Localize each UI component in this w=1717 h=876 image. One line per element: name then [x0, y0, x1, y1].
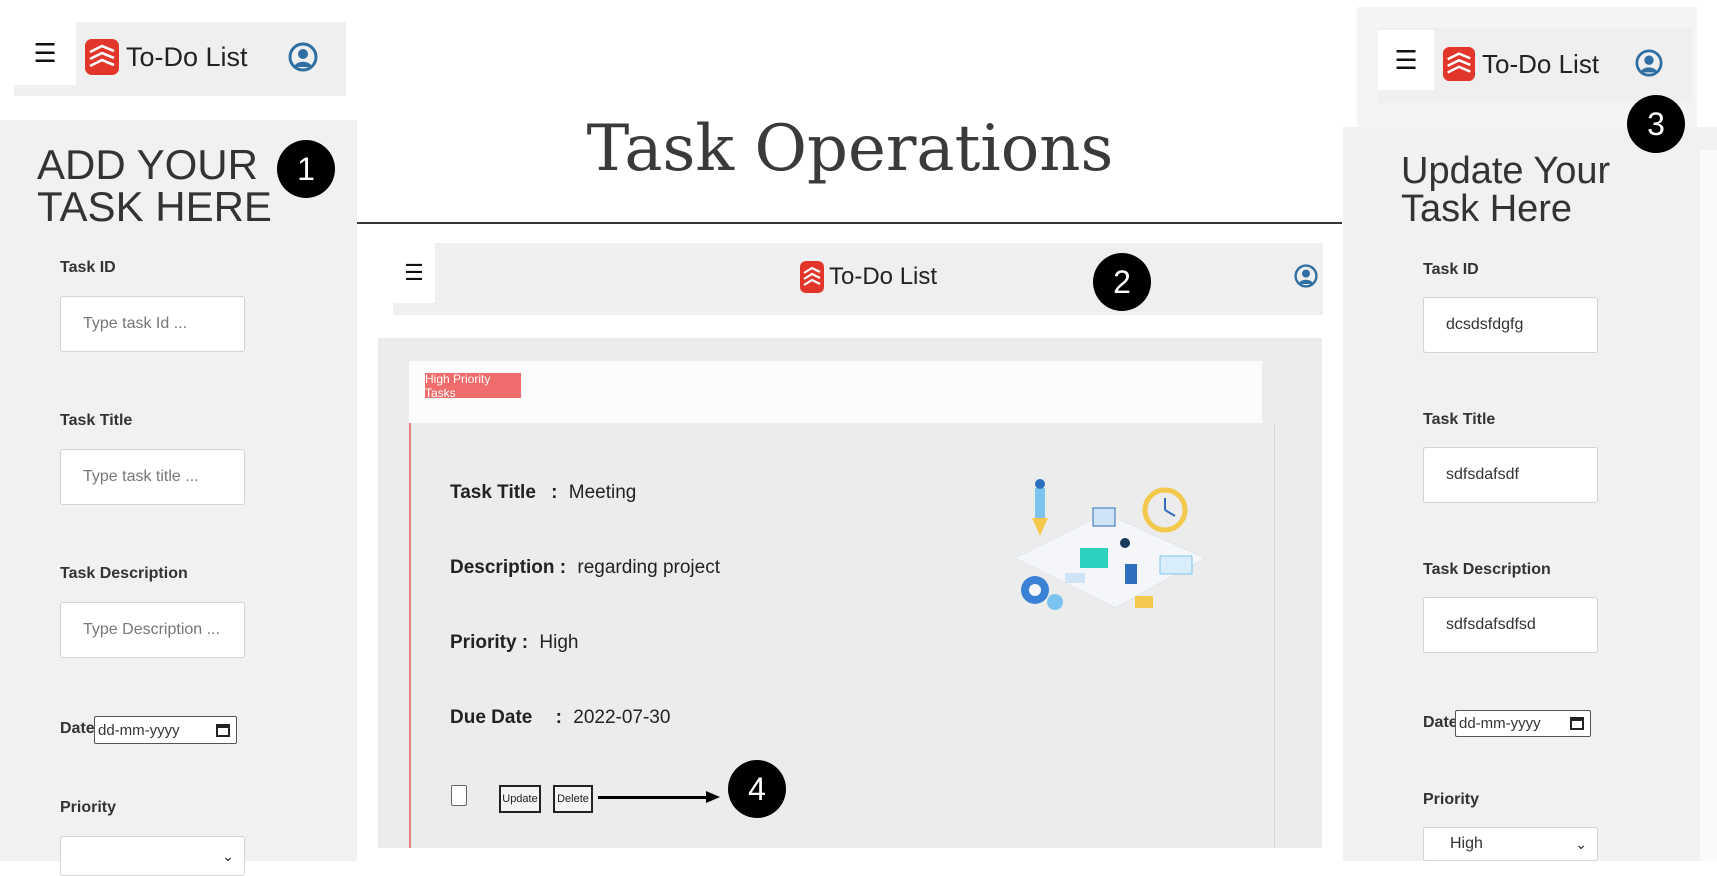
complete-checkbox[interactable]	[451, 785, 467, 806]
calendar-icon[interactable]	[1570, 717, 1584, 730]
todoist-logo-icon	[1442, 47, 1476, 81]
badge-1: 1	[277, 140, 335, 198]
update-date-label: Date	[1423, 714, 1458, 731]
task-due-row: Due Date : 2022-07-30	[450, 707, 670, 729]
arrow-line	[598, 796, 708, 799]
badge-4: 4	[728, 760, 786, 818]
update-priority-value: High	[1450, 835, 1483, 852]
task-title-value: Meeting	[568, 482, 637, 503]
task-card-header	[409, 361, 1262, 423]
update-title-line2: Task Here	[1401, 188, 1573, 230]
add-title-line1: ADD YOUR	[37, 141, 258, 188]
update-task-title-input[interactable]: sdfsdafsdf	[1423, 447, 1598, 503]
priority-tag: High Priority Tasks	[425, 372, 521, 400]
task-priority-label: Priority :	[450, 632, 529, 653]
update-title-line1: Update Your	[1401, 150, 1611, 192]
task-desc-row: Description : regarding project	[450, 557, 720, 579]
add-title-line2: TASK HERE	[37, 183, 272, 230]
center-menu-button[interactable]: ☰	[393, 243, 435, 303]
update-task-id-input[interactable]: dcsdsfdgfg	[1423, 297, 1598, 353]
hamburger-icon: ☰	[33, 38, 57, 68]
todoist-logo-icon	[85, 39, 119, 75]
brand-title: To-Do List	[1482, 48, 1600, 79]
badge-2: 2	[1093, 253, 1151, 311]
colon: :	[555, 707, 562, 728]
add-date-label: Date	[60, 720, 95, 737]
right-scroll-strip	[1700, 150, 1717, 861]
task-due-value: 2022-07-30	[573, 707, 671, 728]
add-priority-label: Priority	[60, 799, 117, 816]
right-menu-button[interactable]: ☰	[1378, 30, 1434, 90]
calendar-icon[interactable]	[216, 723, 230, 737]
add-task-id-label: Task ID	[60, 259, 116, 276]
task-desc-label: Description :	[450, 557, 567, 578]
delete-button[interactable]: Delete	[553, 785, 593, 813]
user-avatar-icon[interactable]	[1635, 49, 1663, 77]
update-task-id-label: Task ID	[1423, 261, 1479, 278]
add-task-id-input[interactable]: Type task Id ...	[60, 296, 245, 352]
arrow-head	[706, 791, 720, 803]
badge-3: 3	[1627, 95, 1685, 153]
user-avatar-icon[interactable]	[288, 42, 318, 72]
chevron-down-icon: ⌄	[1575, 835, 1587, 852]
add-date-input[interactable]: dd-mm-yyyy	[94, 716, 237, 744]
task-title-row: Task Title : Meeting	[450, 482, 636, 504]
update-task-title-label: Task Title	[1423, 411, 1496, 428]
task-desc-value: regarding project	[577, 557, 720, 578]
update-task-desc-input[interactable]: sdfsdafsdfsd	[1423, 597, 1598, 653]
add-task-title-label: Task Title	[60, 412, 133, 429]
update-task-desc-label: Task Description	[1423, 561, 1551, 578]
left-brand[interactable]: To-Do List	[84, 38, 248, 76]
brand-title: To-Do List	[829, 263, 938, 290]
page-title: Task Operations	[586, 112, 1114, 186]
brand-title: To-Do List	[126, 41, 248, 72]
add-date-text: dd-mm-yyyy	[98, 721, 180, 739]
title-divider	[357, 222, 1342, 224]
update-date-input[interactable]: dd-mm-yyyy	[1455, 710, 1591, 737]
hamburger-icon: ☰	[404, 260, 424, 285]
project-illustration	[1013, 479, 1207, 610]
hamburger-icon: ☰	[1394, 44, 1418, 75]
add-panel-title: ADD YOUR TASK HERE	[37, 144, 272, 228]
right-brand[interactable]: To-Do List	[1442, 46, 1599, 82]
add-task-desc-input[interactable]: Type Description ...	[60, 602, 245, 658]
task-priority-value: High	[539, 632, 579, 653]
task-due-label: Due Date	[450, 707, 533, 728]
update-panel-title: Update Your Task Here	[1401, 152, 1610, 228]
update-date-text: dd-mm-yyyy	[1459, 715, 1541, 732]
add-priority-select[interactable]: ⌄	[60, 836, 245, 876]
add-task-title-input[interactable]: Type task title ...	[60, 449, 245, 505]
update-priority-select[interactable]: High ⌄	[1423, 827, 1598, 861]
update-priority-label: Priority	[1423, 791, 1480, 808]
center-brand[interactable]: To-Do List	[799, 260, 937, 294]
todoist-logo-icon	[800, 261, 824, 293]
chevron-down-icon: ⌄	[222, 847, 234, 864]
colon: :	[551, 482, 558, 503]
left-menu-button[interactable]: ☰	[14, 22, 76, 85]
user-avatar-icon[interactable]	[1294, 263, 1318, 289]
add-task-desc-label: Task Description	[60, 565, 188, 582]
task-priority-row: Priority : High	[450, 632, 578, 654]
update-button[interactable]: Update	[499, 785, 541, 813]
task-title-label: Task Title	[450, 482, 536, 503]
